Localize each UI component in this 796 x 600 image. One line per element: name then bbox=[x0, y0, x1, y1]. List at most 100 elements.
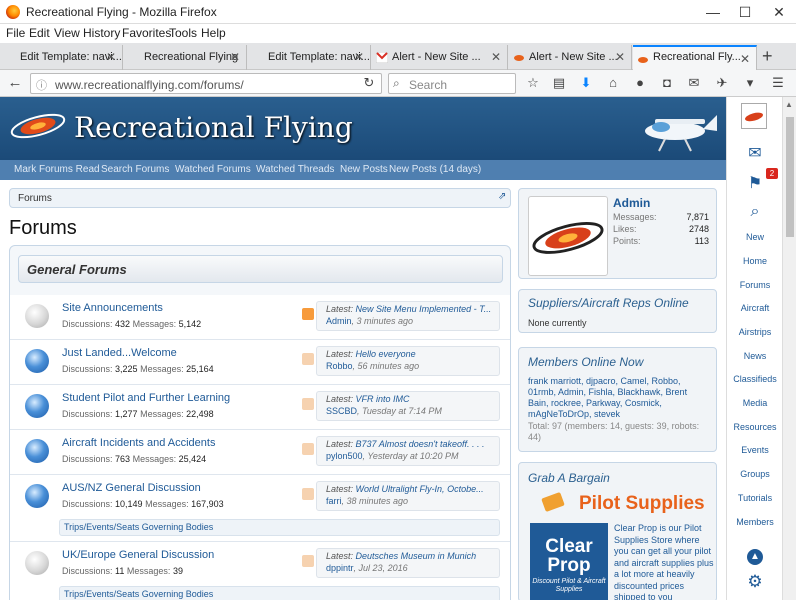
tab-3[interactable]: Edit Template: navi... ✕ bbox=[248, 45, 371, 70]
chat-icon[interactable]: ● bbox=[631, 74, 649, 92]
members-online-title[interactable]: Members Online Now bbox=[528, 355, 643, 369]
search-forums-link[interactable]: Search Forums bbox=[101, 164, 169, 175]
pocket-icon[interactable]: ◘ bbox=[658, 74, 676, 92]
avatar[interactable] bbox=[528, 196, 608, 276]
quick-link-resources[interactable]: Resources bbox=[727, 422, 783, 432]
latest-thread-link[interactable]: B737 Almost doesn't takeoff. . . . bbox=[356, 439, 485, 449]
online-members-list[interactable]: frank marriott, djpacro, Camel, Robbo, 0… bbox=[528, 376, 710, 420]
mark-forums-read-link[interactable]: Mark Forums Read bbox=[14, 164, 100, 175]
quick-link-events[interactable]: Events bbox=[727, 445, 783, 455]
forum-title[interactable]: Aircraft Incidents and Accidents bbox=[62, 437, 215, 449]
rss-feed-icon[interactable] bbox=[302, 443, 314, 455]
latest-user-link[interactable]: Admin bbox=[326, 316, 352, 326]
quick-link-aircraft[interactable]: Aircraft bbox=[727, 303, 783, 313]
tab-5[interactable]: Alert - New Site ... ✕ bbox=[509, 45, 632, 70]
new-posts-link[interactable]: New Posts bbox=[340, 164, 388, 175]
subforum-links[interactable]: Trips/Events/Seats Governing Bodies bbox=[59, 519, 500, 536]
subforum-text[interactable]: Trips/Events/Seats Governing Bodies bbox=[64, 589, 213, 599]
search-icon[interactable]: ⌕ bbox=[727, 203, 783, 221]
rss-feed-icon[interactable] bbox=[302, 398, 314, 410]
latest-thread-link[interactable]: Deutsches Museum in Munich bbox=[356, 551, 477, 561]
scroll-up-arrow-icon[interactable]: ▲ bbox=[785, 100, 793, 109]
close-tab-icon[interactable]: ✕ bbox=[491, 50, 501, 64]
close-tab-icon[interactable]: ✕ bbox=[740, 52, 750, 66]
back-arrow-icon[interactable]: ← bbox=[6, 74, 24, 92]
clear-prop-logo[interactable]: Clear Prop Discount Pilot & Aircraft Sup… bbox=[530, 523, 608, 600]
hamburger-menu-icon[interactable]: ☰ bbox=[769, 74, 787, 92]
subforum-links[interactable]: Trips/Events/Seats Governing Bodies bbox=[59, 586, 500, 600]
search-input[interactable]: ⌕ Search bbox=[388, 73, 516, 94]
close-tab-icon[interactable]: ✕ bbox=[354, 50, 364, 64]
jump-to-icon[interactable]: ⇗ bbox=[498, 191, 506, 202]
quick-link-members[interactable]: Members bbox=[727, 517, 783, 527]
reading-list-icon[interactable]: ▤ bbox=[550, 74, 568, 92]
tab-6-active[interactable]: Recreational Fly... ✕ bbox=[633, 45, 757, 70]
bookmark-star-icon[interactable]: ☆ bbox=[524, 74, 542, 92]
bargain-text[interactable]: Clear Prop is our Pilot Supplies Store w… bbox=[614, 523, 714, 600]
close-tab-icon[interactable]: ✕ bbox=[230, 50, 240, 64]
menu-edit[interactable]: Edit bbox=[29, 26, 50, 40]
subforum-text[interactable]: Trips/Events/Seats Governing Bodies bbox=[64, 522, 213, 532]
dropdown-chevron-icon[interactable]: ▾ bbox=[741, 74, 759, 92]
close-tab-icon[interactable]: ✕ bbox=[615, 50, 625, 64]
maximize-button[interactable]: ☐ bbox=[728, 0, 762, 24]
tab-4[interactable]: Alert - New Site ... ✕ bbox=[372, 45, 508, 70]
site-logo-icon[interactable] bbox=[8, 111, 68, 141]
latest-thread-link[interactable]: Hello everyone bbox=[356, 349, 416, 359]
latest-user-link[interactable]: dppintr bbox=[326, 563, 354, 573]
quick-link-classifieds[interactable]: Classifieds bbox=[727, 374, 783, 384]
latest-thread-link[interactable]: New Site Menu Implemented - T... bbox=[356, 304, 492, 314]
latest-user-link[interactable]: pylon500 bbox=[326, 451, 363, 461]
close-tab-icon[interactable]: ✕ bbox=[106, 50, 116, 64]
rss-feed-icon[interactable] bbox=[302, 555, 314, 567]
quick-link-airstrips[interactable]: Airstrips bbox=[727, 327, 783, 337]
watched-threads-link[interactable]: Watched Threads bbox=[256, 164, 334, 175]
download-icon[interactable]: ⬇ bbox=[577, 74, 595, 92]
site-title[interactable]: Recreational Flying bbox=[74, 111, 353, 144]
tab-1[interactable]: Edit Template: navi... ✕ bbox=[0, 45, 123, 70]
home-icon[interactable]: ⌂ bbox=[604, 74, 622, 92]
rss-feed-icon[interactable] bbox=[302, 488, 314, 500]
forum-title[interactable]: Site Announcements bbox=[62, 302, 163, 314]
latest-user-link[interactable]: Robbo bbox=[326, 361, 353, 371]
url-bar[interactable]: ⓘ www.recreationalflying.com/forums/ bbox=[30, 73, 382, 94]
sync-icon[interactable]: ✉ bbox=[685, 74, 703, 92]
tab-2[interactable]: Recreational Flying ✕ bbox=[124, 45, 247, 70]
reload-icon[interactable]: ↻ bbox=[360, 74, 378, 92]
quick-link-new[interactable]: New bbox=[727, 232, 783, 242]
menu-tools[interactable]: Tools bbox=[169, 26, 197, 40]
rss-feed-icon[interactable] bbox=[302, 308, 314, 320]
minimize-button[interactable]: — bbox=[696, 0, 730, 24]
extension-icon[interactable]: ✈ bbox=[713, 74, 731, 92]
forum-title[interactable]: Just Landed...Welcome bbox=[62, 347, 177, 359]
latest-user-link[interactable]: SSCBD bbox=[326, 406, 357, 416]
latest-user-link[interactable]: farri bbox=[326, 496, 342, 506]
latest-thread-link[interactable]: World Ultralight Fly-In, Octobe... bbox=[356, 484, 484, 494]
info-icon[interactable]: ⓘ bbox=[36, 77, 47, 93]
section-title[interactable]: General Forums bbox=[27, 262, 127, 277]
menu-favorites[interactable]: Favorites bbox=[122, 26, 171, 40]
forum-title[interactable]: UK/Europe General Discussion bbox=[62, 549, 214, 561]
settings-gear-icon[interactable]: ⚙ bbox=[727, 572, 783, 592]
rss-feed-icon[interactable] bbox=[302, 353, 314, 365]
latest-thread-link[interactable]: VFR into IMC bbox=[356, 394, 410, 404]
user-name[interactable]: Admin bbox=[613, 196, 650, 210]
quick-link-tutorials[interactable]: Tutorials bbox=[727, 493, 783, 503]
menu-file[interactable]: File bbox=[6, 26, 25, 40]
menu-history[interactable]: History bbox=[83, 26, 120, 40]
quick-link-home[interactable]: Home bbox=[727, 256, 783, 266]
quick-link-forums[interactable]: Forums bbox=[727, 280, 783, 290]
breadcrumb-forums[interactable]: Forums bbox=[18, 193, 52, 204]
menu-view[interactable]: View bbox=[54, 26, 80, 40]
watched-forums-link[interactable]: Watched Forums bbox=[175, 164, 251, 175]
new-posts-14-days-link[interactable]: New Posts (14 days) bbox=[389, 164, 481, 175]
quick-link-news[interactable]: News bbox=[727, 351, 783, 361]
scroll-up-icon[interactable]: ▲ bbox=[747, 549, 763, 565]
pilot-supplies-brand[interactable]: Pilot Supplies bbox=[579, 493, 705, 515]
quick-link-groups[interactable]: Groups bbox=[727, 469, 783, 479]
scrollbar-thumb[interactable] bbox=[786, 117, 794, 237]
quick-link-media[interactable]: Media bbox=[727, 398, 783, 408]
inbox-mail-icon[interactable]: ✉ bbox=[727, 143, 783, 163]
forum-title[interactable]: AUS/NZ General Discussion bbox=[62, 482, 201, 494]
new-tab-button[interactable]: + bbox=[762, 46, 773, 67]
